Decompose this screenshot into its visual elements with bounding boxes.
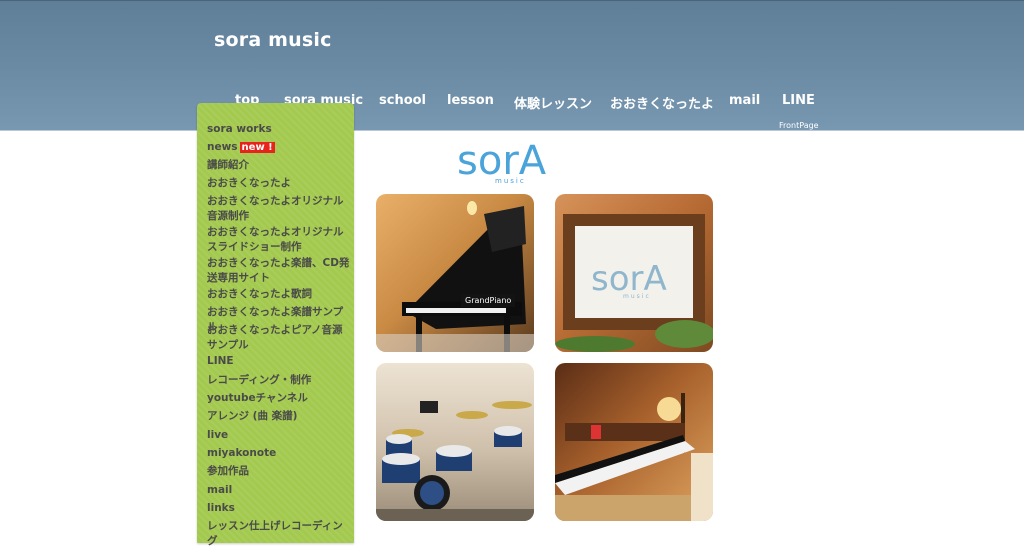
site-title[interactable]: sora music <box>214 29 332 51</box>
nav-ookiku-nattayo[interactable]: おおきくなったよ <box>610 93 714 112</box>
sidebar-item-lyrics[interactable]: おおきくなったよ歌詞 <box>207 287 352 302</box>
nav-school[interactable]: school <box>379 93 426 108</box>
sign-logo-sub: music <box>623 293 651 300</box>
digital-piano-illustration <box>555 393 713 521</box>
drum-set-photo[interactable] <box>376 363 534 521</box>
sidebar-item-instructors[interactable]: 講師紹介 <box>207 158 352 173</box>
sidebar-item-mail[interactable]: mail <box>207 483 352 498</box>
sora-logo[interactable]: sorA music <box>455 140 580 186</box>
sidebar-item-works[interactable]: 参加作品 <box>207 464 352 479</box>
sora-sign-illustration: sorA music <box>555 214 713 352</box>
nav-mail[interactable]: mail <box>729 93 760 108</box>
sidebar-menu: sora works news new ! 講師紹介 おおきくなったよ おおきくな… <box>197 103 354 547</box>
sidebar-item-arrange[interactable]: アレンジ (曲 楽譜) <box>207 409 352 424</box>
grand-piano-photo[interactable]: GrandPiano <box>376 194 534 352</box>
nav-trial-lesson[interactable]: 体験レッスン <box>514 93 592 112</box>
photo-caption: GrandPiano <box>461 294 516 307</box>
sidebar-item-links[interactable]: links <box>207 501 352 516</box>
sidebar-item-line[interactable]: LINE <box>207 354 352 369</box>
nav-lesson[interactable]: lesson <box>447 93 494 108</box>
sidebar-item-label: news <box>207 141 238 153</box>
sidebar-item-sora-works[interactable]: sora works <box>207 122 352 137</box>
site-header: sora music top sora music school lesson … <box>0 0 1024 131</box>
frontpage-label[interactable]: FrontPage <box>779 121 819 130</box>
sidebar-item-news[interactable]: news new ! <box>207 140 352 155</box>
grand-piano-illustration <box>376 201 534 352</box>
sidebar-item-lesson-recording[interactable]: レッスン仕上げレコーディング <box>207 519 352 549</box>
sidebar-item-ookiku-nattayo[interactable]: おおきくなったよ <box>207 176 352 191</box>
nav-line[interactable]: LINE <box>782 93 815 108</box>
new-badge: new ! <box>239 142 275 153</box>
sidebar-item-miyakonote[interactable]: miyakonote <box>207 446 352 461</box>
sidebar-item-slideshow[interactable]: おおきくなったよオリジナルスライドショー制作 <box>207 225 352 255</box>
digital-piano-photo[interactable] <box>555 363 713 521</box>
drum-set-illustration <box>376 401 534 521</box>
sora-sign-photo[interactable]: sorA music <box>555 194 713 352</box>
sidebar-item-recording[interactable]: レコーディング・制作 <box>207 373 352 388</box>
sidebar-item-youtube[interactable]: youtubeチャンネル <box>207 391 352 406</box>
sidebar-item-original-audio[interactable]: おおきくなったよオリジナル音源制作 <box>207 194 352 224</box>
sidebar-item-shipping-site[interactable]: おおきくなったよ楽譜、CD発送専用サイト <box>207 256 352 286</box>
sidebar-item-live[interactable]: live <box>207 428 352 443</box>
logo-sub: music <box>495 177 526 185</box>
sidebar-item-piano-sample[interactable]: おおきくなったよピアノ音源サンプル <box>207 323 352 353</box>
